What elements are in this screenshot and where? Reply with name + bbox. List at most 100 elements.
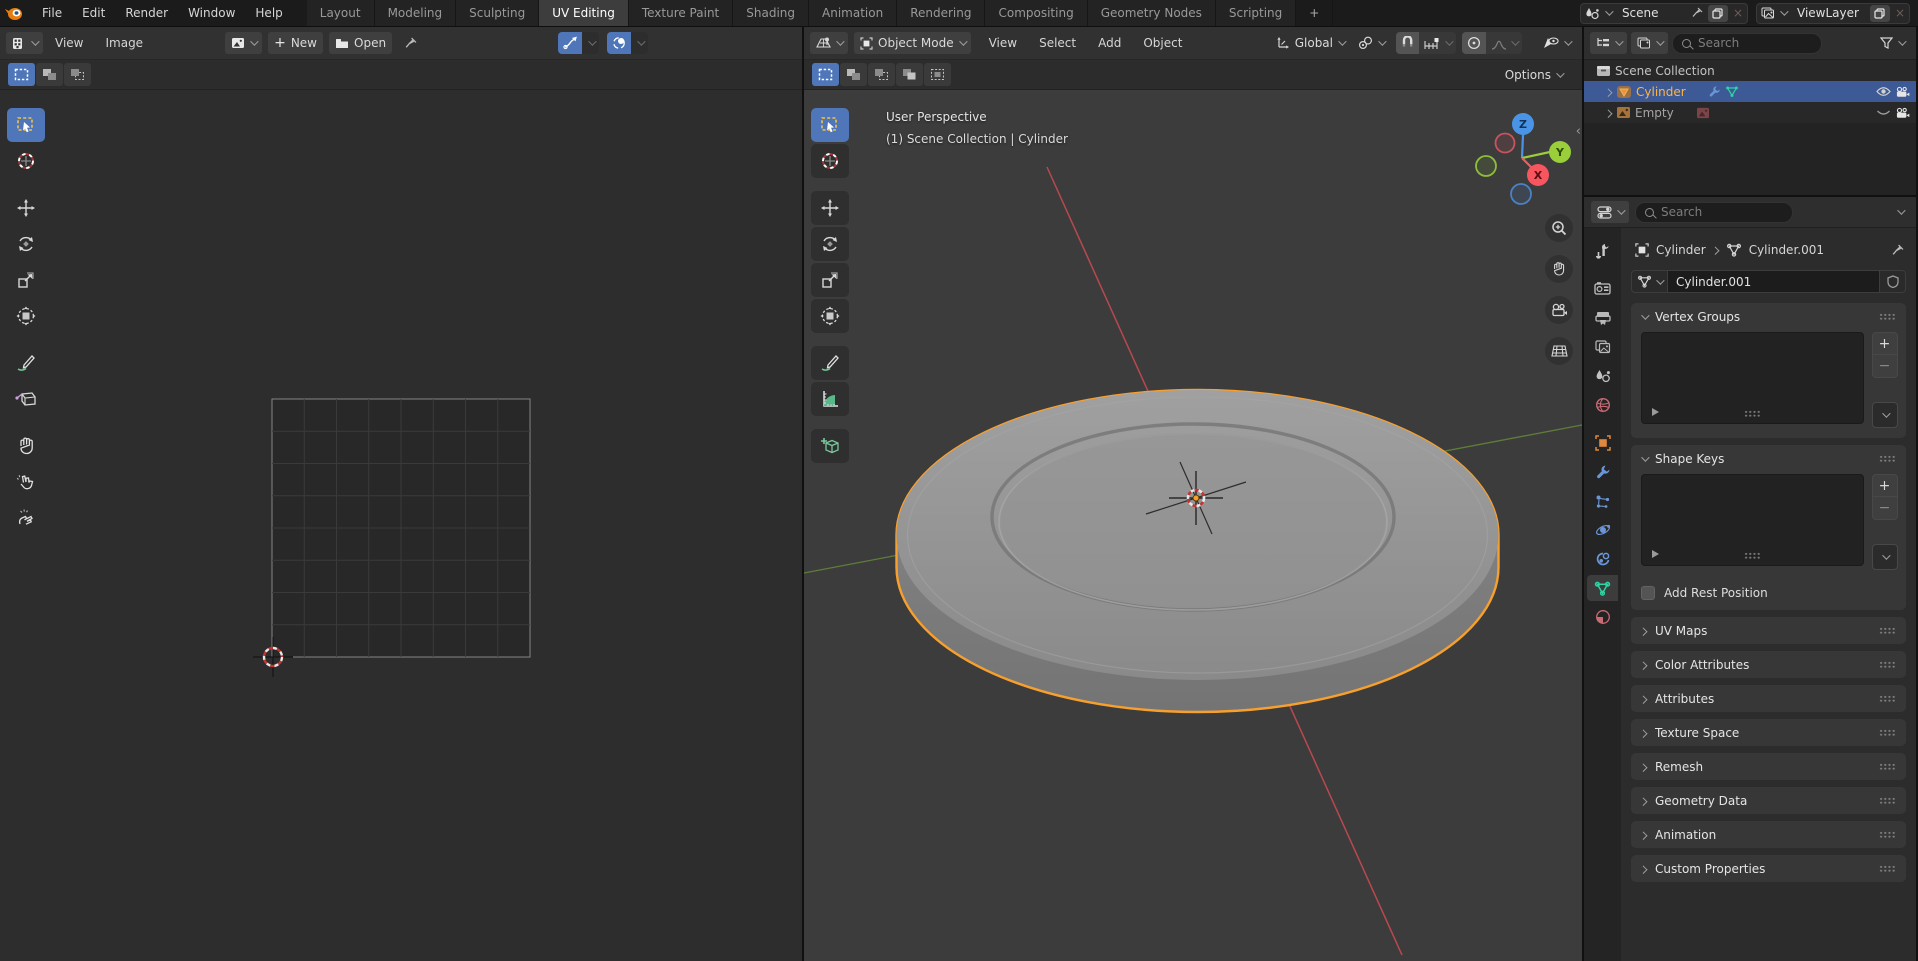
outliner-row-cylinder[interactable]: Cylinder <box>1584 81 1916 102</box>
open-image-button[interactable]: Open <box>329 32 392 54</box>
properties-search[interactable] <box>1635 202 1793 223</box>
uv-tool-transform[interactable] <box>7 299 45 333</box>
uv-canvas[interactable] <box>0 90 802 961</box>
vp-tool-move[interactable] <box>811 191 849 225</box>
filter-button[interactable] <box>1874 32 1910 54</box>
zoom-icon[interactable] <box>1545 214 1573 242</box>
select-mode-subtract[interactable] <box>868 63 895 86</box>
pin-icon[interactable] <box>404 37 417 50</box>
tab-geometry-nodes[interactable]: Geometry Nodes <box>1088 0 1216 26</box>
blender-logo-icon[interactable] <box>0 0 26 26</box>
editor-type-button[interactable] <box>6 32 43 54</box>
breadcrumb-object[interactable]: Cylinder <box>1656 243 1706 257</box>
tab-tool[interactable] <box>1587 238 1618 264</box>
list-resize-grip[interactable] <box>1744 410 1761 417</box>
tab-scene[interactable] <box>1587 363 1618 389</box>
properties-options-button[interactable] <box>1891 201 1909 223</box>
remesh-header[interactable]: Remesh <box>1631 753 1906 780</box>
camera-icon[interactable] <box>1895 107 1910 119</box>
expand-icon[interactable] <box>1604 109 1612 117</box>
overlays-button[interactable] <box>1536 32 1576 54</box>
new-image-button[interactable]: + New <box>268 32 323 54</box>
uv-maps-header[interactable]: UV Maps <box>1631 617 1906 644</box>
add-vertex-group-button[interactable]: + <box>1872 332 1898 355</box>
tab-compositing[interactable]: Compositing <box>985 0 1087 26</box>
uv-snap-toggle[interactable] <box>607 32 648 54</box>
vertex-groups-header[interactable]: Vertex Groups <box>1631 303 1906 330</box>
expand-icon[interactable] <box>1604 88 1612 96</box>
pan-hand-icon[interactable] <box>1545 255 1573 283</box>
panel-grip[interactable] <box>1879 455 1896 462</box>
vp-menu-view[interactable]: View <box>979 30 1027 56</box>
shape-keys-header[interactable]: Shape Keys <box>1631 445 1906 472</box>
proportional-editing-toggle[interactable] <box>1462 32 1486 54</box>
panel-grip[interactable] <box>1879 865 1896 872</box>
tab-sculpting[interactable]: Sculpting <box>456 0 539 26</box>
mesh-id-button[interactable] <box>1631 270 1667 293</box>
pin-icon[interactable] <box>1891 244 1904 257</box>
cylinder-object[interactable] <box>897 390 1499 712</box>
remove-vertex-group-button[interactable]: − <box>1872 355 1898 378</box>
vp-tool-cursor[interactable] <box>811 144 849 178</box>
uv-menu-image[interactable]: Image <box>95 30 153 56</box>
viewport-canvas[interactable]: User Perspective (1) Scene Collection | … <box>804 90 1582 961</box>
panel-grip[interactable] <box>1879 313 1896 320</box>
vp-tool-measure[interactable] <box>811 382 849 416</box>
uv-select-mode-subtract[interactable] <box>64 63 91 86</box>
options-button[interactable]: Options <box>1499 64 1568 86</box>
tab-constraints[interactable] <box>1587 546 1618 572</box>
uv-select-mode-extend[interactable] <box>36 63 63 86</box>
vp-tool-rotate[interactable] <box>811 227 849 261</box>
tab-modeling[interactable]: Modeling <box>375 0 457 26</box>
tab-animation[interactable]: Animation <box>809 0 897 26</box>
browse-image-button[interactable] <box>225 32 262 54</box>
viewlayer-name[interactable]: ViewLayer <box>1791 6 1865 20</box>
vertex-group-specials-button[interactable] <box>1872 402 1898 428</box>
tab-layout[interactable]: Layout <box>307 0 375 26</box>
menu-render[interactable]: Render <box>115 0 178 26</box>
eye-open-icon[interactable] <box>1876 86 1891 97</box>
select-mode-set[interactable] <box>812 63 839 86</box>
panel-grip[interactable] <box>1879 695 1896 702</box>
tab-uv-editing[interactable]: UV Editing <box>539 0 629 26</box>
vp-tool-scale[interactable] <box>811 263 849 297</box>
uv-tool-rip-region[interactable] <box>7 382 45 416</box>
axis-z-neg-ball[interactable] <box>1511 184 1531 204</box>
menu-window[interactable]: Window <box>178 0 245 26</box>
axis-z-ball[interactable]: Z <box>1512 113 1534 135</box>
outliner-row-scene-collection[interactable]: Scene Collection <box>1584 60 1916 81</box>
tab-rendering[interactable]: Rendering <box>897 0 985 26</box>
outliner-search-input[interactable] <box>1698 36 1812 50</box>
axis-x-ball[interactable]: X <box>1527 164 1549 186</box>
attributes-header[interactable]: Attributes <box>1631 685 1906 712</box>
menu-help[interactable]: Help <box>245 0 292 26</box>
properties-type-button[interactable] <box>1591 201 1629 223</box>
add-shape-key-button[interactable]: + <box>1872 474 1898 497</box>
pin-icon[interactable] <box>1691 7 1703 19</box>
uv-menu-view[interactable]: View <box>45 30 93 56</box>
uv-tool-rotate[interactable] <box>7 227 45 261</box>
outliner-row-empty[interactable]: Empty <box>1584 102 1916 123</box>
axis-y-neg-ball[interactable] <box>1476 156 1496 176</box>
tab-view-layer[interactable] <box>1587 334 1618 360</box>
menu-edit[interactable]: Edit <box>72 0 115 26</box>
snap-target-button[interactable] <box>1419 32 1456 54</box>
panel-grip[interactable] <box>1879 661 1896 668</box>
uv-tool-relax[interactable] <box>7 465 45 499</box>
axis-x-neg-ball[interactable] <box>1496 134 1515 153</box>
tab-render[interactable] <box>1587 276 1618 302</box>
mode-selector[interactable]: Object Mode <box>854 32 971 54</box>
select-mode-invert[interactable] <box>896 63 923 86</box>
texture-space-header[interactable]: Texture Space <box>1631 719 1906 746</box>
animation-header[interactable]: Animation <box>1631 821 1906 848</box>
remove-shape-key-button[interactable]: − <box>1872 497 1898 520</box>
tab-particles[interactable] <box>1587 488 1618 514</box>
uv-tool-grab[interactable] <box>7 429 45 463</box>
vp-menu-select[interactable]: Select <box>1029 30 1086 56</box>
add-workspace-button[interactable]: + <box>1296 0 1333 26</box>
snap-toggle[interactable] <box>1396 32 1419 54</box>
uv-tool-move[interactable] <box>7 191 45 225</box>
editor-type-button[interactable] <box>810 32 848 54</box>
viewlayer-selector[interactable]: ViewLayer × <box>1756 3 1910 24</box>
panel-grip[interactable] <box>1879 831 1896 838</box>
